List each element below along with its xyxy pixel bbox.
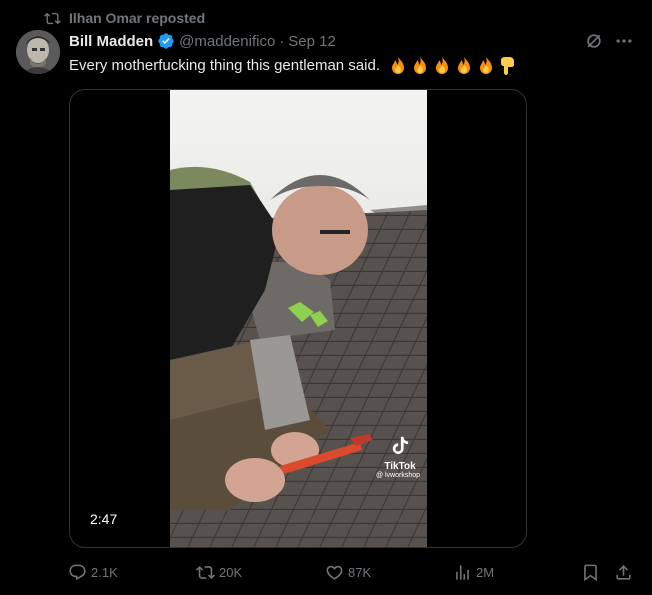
views-button[interactable]: 2M <box>453 560 494 584</box>
repost-icon <box>196 565 215 579</box>
tiktok-watermark: TikTok @ lvworkshop <box>374 435 426 479</box>
repost-banner-text: Ilhan Omar reposted <box>69 10 206 26</box>
heart-icon <box>326 565 343 580</box>
repost-button[interactable]: 20K <box>196 560 242 584</box>
tiktok-brand: TikTok <box>384 461 416 472</box>
author-name[interactable]: Bill Madden <box>69 33 153 50</box>
emoji-row <box>388 56 518 76</box>
reply-button[interactable]: 2.1K <box>68 560 118 584</box>
media-container[interactable]: 2:47 TikTok @ lvworkshop <box>69 89 527 548</box>
fire-emoji-icon <box>480 57 493 75</box>
fire-emoji-icon <box>392 57 405 75</box>
action-bar: 2.1K 20K 87K 2M <box>0 560 652 584</box>
reply-count: 2.1K <box>91 564 118 580</box>
fire-emoji-icon <box>414 57 427 75</box>
fire-emoji-icon <box>436 57 449 75</box>
share-icon <box>616 564 631 580</box>
tiktok-logo-icon <box>392 436 409 454</box>
tweet-text: Every motherfucking thing this gentleman… <box>69 56 609 76</box>
bookmark-icon <box>584 564 597 581</box>
analytics-icon <box>456 564 469 580</box>
header-separator: · <box>279 32 285 50</box>
views-count: 2M <box>476 564 495 580</box>
tiktok-username: @ lvworkshop <box>375 472 421 479</box>
verified-badge-icon[interactable] <box>157 32 175 50</box>
pointing-down-emoji-icon <box>501 57 515 76</box>
reply-icon <box>69 564 86 580</box>
repost-icon <box>44 12 61 24</box>
author-handle[interactable]: @maddenifico <box>179 33 275 50</box>
share-button[interactable] <box>614 560 633 584</box>
more-options-icon[interactable] <box>613 31 635 51</box>
video-duration: 2:47 <box>90 511 118 527</box>
grok-icon[interactable] <box>584 31 604 51</box>
tweet-header: Bill Madden @maddenifico · Sep 12 <box>69 31 336 51</box>
like-button[interactable]: 87K <box>325 560 371 584</box>
avatar[interactable] <box>16 30 60 74</box>
repost-count: 20K <box>219 564 243 580</box>
tweet-body: Every motherfucking thing this gentleman… <box>69 57 380 74</box>
tweet-date[interactable]: Sep 12 <box>288 33 336 50</box>
fire-emoji-icon <box>458 57 471 75</box>
like-count: 87K <box>348 564 372 580</box>
bookmark-button[interactable] <box>581 560 600 584</box>
repost-banner[interactable]: Ilhan Omar reposted <box>44 9 205 27</box>
